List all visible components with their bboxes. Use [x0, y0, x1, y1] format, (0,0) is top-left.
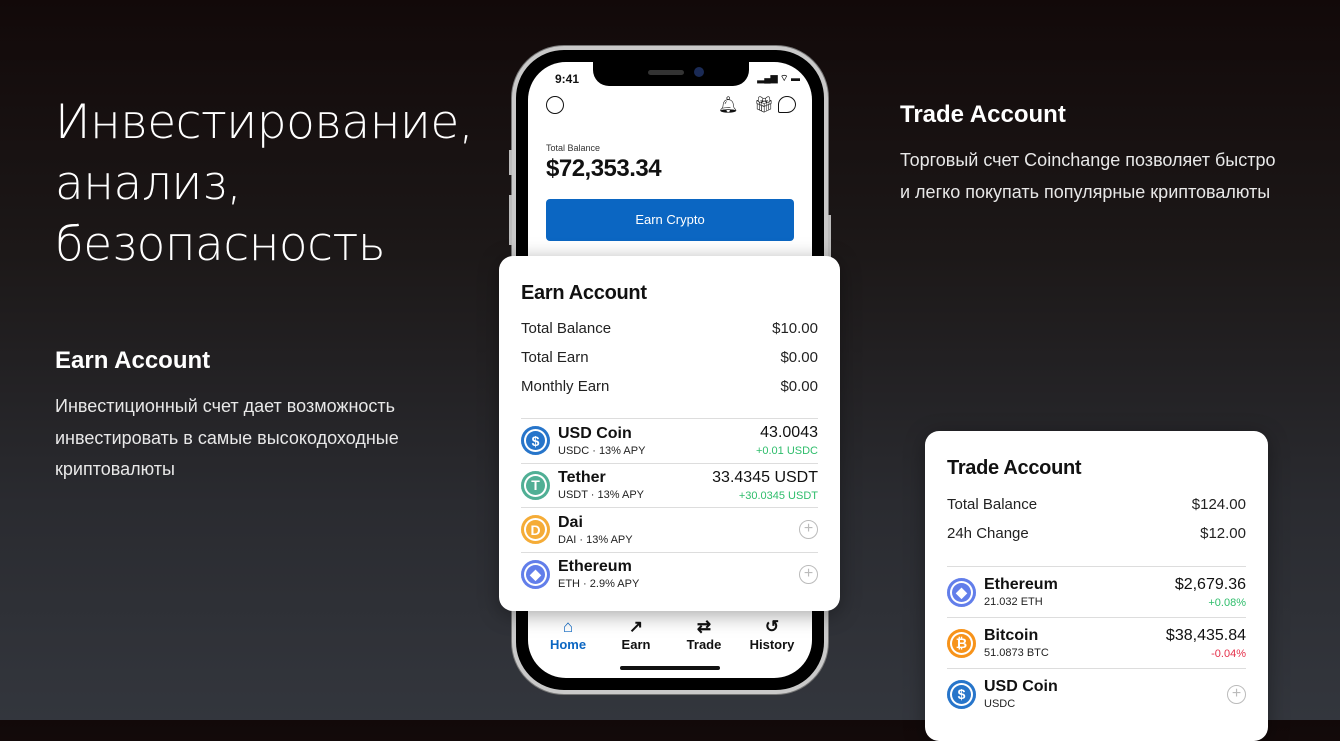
coin-name: USD Coin [984, 678, 1058, 695]
total-balance-value: $72,353.34 [546, 155, 662, 182]
earn-crypto-button[interactable]: Earn Crypto [546, 199, 794, 241]
swap-icon: ⇄ [696, 617, 712, 636]
coin-icon: $ [947, 679, 976, 709]
hero-line: Инвестирование, [55, 95, 474, 150]
coin-row[interactable]: ◆ Ethereum ETH · 2.9% APY + [521, 551, 818, 597]
add-icon[interactable]: + [799, 564, 818, 584]
coin-row[interactable]: D Dai DAI · 13% APY + [521, 507, 818, 552]
coin-icon: ₿ [947, 628, 976, 658]
coin-value: $38,435.84 [1165, 626, 1246, 644]
coin-row[interactable]: ₿ Bitcoin 51.0873 BTC $38,435.84 -0.04% [947, 617, 1246, 668]
status-time: 9:41 [555, 72, 580, 86]
coin-change: +0.08% [1208, 596, 1246, 609]
earn-section-title: Earn Account [55, 347, 211, 374]
coin-icon: $ [521, 426, 550, 456]
bell-icon[interactable]: 🔔︎ [718, 95, 738, 115]
coin-value: $2,679.36 [1174, 575, 1246, 593]
coin-sub: ETH · 2.9% APY [558, 578, 640, 591]
coin-change: -0.04% [1211, 647, 1246, 660]
chat-icon[interactable] [778, 96, 796, 113]
coin-value: 43.0043 [760, 424, 818, 442]
coin-sub: DAI · 13% APY [558, 533, 633, 546]
coin-row[interactable]: $ USD Coin USDC · 13% APY 43.0043 +0.01 US… [521, 418, 818, 463]
earn-card-title: Earn Account [521, 282, 647, 304]
add-icon[interactable]: + [799, 520, 818, 540]
hero-heading: Инвестирование, анализ, безопасность [55, 92, 495, 275]
coin-row[interactable]: $ USD Coin USDC + [947, 668, 1246, 719]
coin-name: USD Coin [558, 424, 632, 442]
coin-icon: T [521, 470, 550, 500]
profile-icon[interactable] [546, 96, 564, 114]
coin-name: Ethereum [984, 576, 1058, 593]
coin-row[interactable]: ◆ Ethereum 21.032 ETH $2,679.36 +0.08% [947, 566, 1246, 617]
coin-sub: 21.032 ETH [984, 596, 1043, 608]
add-icon[interactable]: + [1227, 684, 1246, 704]
coin-icon: ◆ [947, 577, 976, 607]
coin-sub: 51.0873 BTC [984, 647, 1049, 659]
home-indicator [620, 666, 720, 670]
hero-line: безопасность [55, 217, 386, 272]
coin-icon: ◆ [521, 559, 550, 589]
earn-row: Monthly Earn $0.00 [521, 378, 818, 395]
nav-trade[interactable]: ⇄ Trade [671, 617, 737, 652]
gift-icon[interactable]: 🎁︎ [754, 95, 774, 115]
coin-name: Ethereum [558, 558, 632, 576]
status-icons: ▂▄▆ ⌔ ▬ [757, 73, 800, 83]
coin-value: 33.4345 USDT [712, 468, 818, 486]
trade-account-card: Trade Account Total Balance $124.00 24h C… [925, 431, 1268, 741]
coin-name: Tether [558, 469, 606, 487]
coin-row[interactable]: T Tether USDT · 13% APY 33.4345 USDT +30.0… [521, 462, 818, 508]
notch [593, 62, 749, 86]
earn-section-text: Инвестиционный счет дает возможность инв… [55, 396, 399, 479]
hero-line: анализ, [55, 156, 242, 211]
coin-change: +30.0345 USDT [738, 489, 818, 502]
trade-row: Total Balance $124.00 [947, 496, 1246, 513]
earn-row: Total Balance $10.00 [521, 320, 818, 337]
coin-change: +0.01 USDC [755, 445, 818, 458]
coin-name: Dai [558, 513, 583, 531]
trade-row: 24h Change $12.00 [947, 525, 1246, 542]
nav-history[interactable]: ↺ History [739, 617, 805, 652]
earn-account-card: Earn Account Total Balance $10.00 Total E… [499, 256, 840, 611]
trade-card-title: Trade Account [947, 457, 1082, 479]
earn-row: Total Earn $0.00 [521, 349, 818, 366]
bottom-nav: ⌂ Home ↗ Earn ⇄ Trade ↺ History [528, 617, 812, 652]
nav-earn[interactable]: ↗ Earn [603, 617, 669, 652]
coin-sub: USDT · 13% APY [558, 489, 644, 502]
nav-home[interactable]: ⌂ Home [535, 617, 601, 652]
coin-icon: D [521, 515, 550, 545]
total-balance-label: Total Balance [546, 143, 601, 153]
coin-name: Bitcoin [984, 627, 1039, 644]
trade-section-title: Trade Account [900, 101, 1066, 128]
coin-sub: USDC · 13% APY [558, 444, 646, 457]
trade-section-text: Торговый счет Coinchange позволяет быстр… [900, 150, 1276, 202]
trend-up-icon: ↗ [628, 617, 644, 636]
home-icon: ⌂ [562, 617, 574, 636]
history-icon: ↺ [764, 617, 780, 636]
coin-sub: USDC [984, 698, 1016, 710]
